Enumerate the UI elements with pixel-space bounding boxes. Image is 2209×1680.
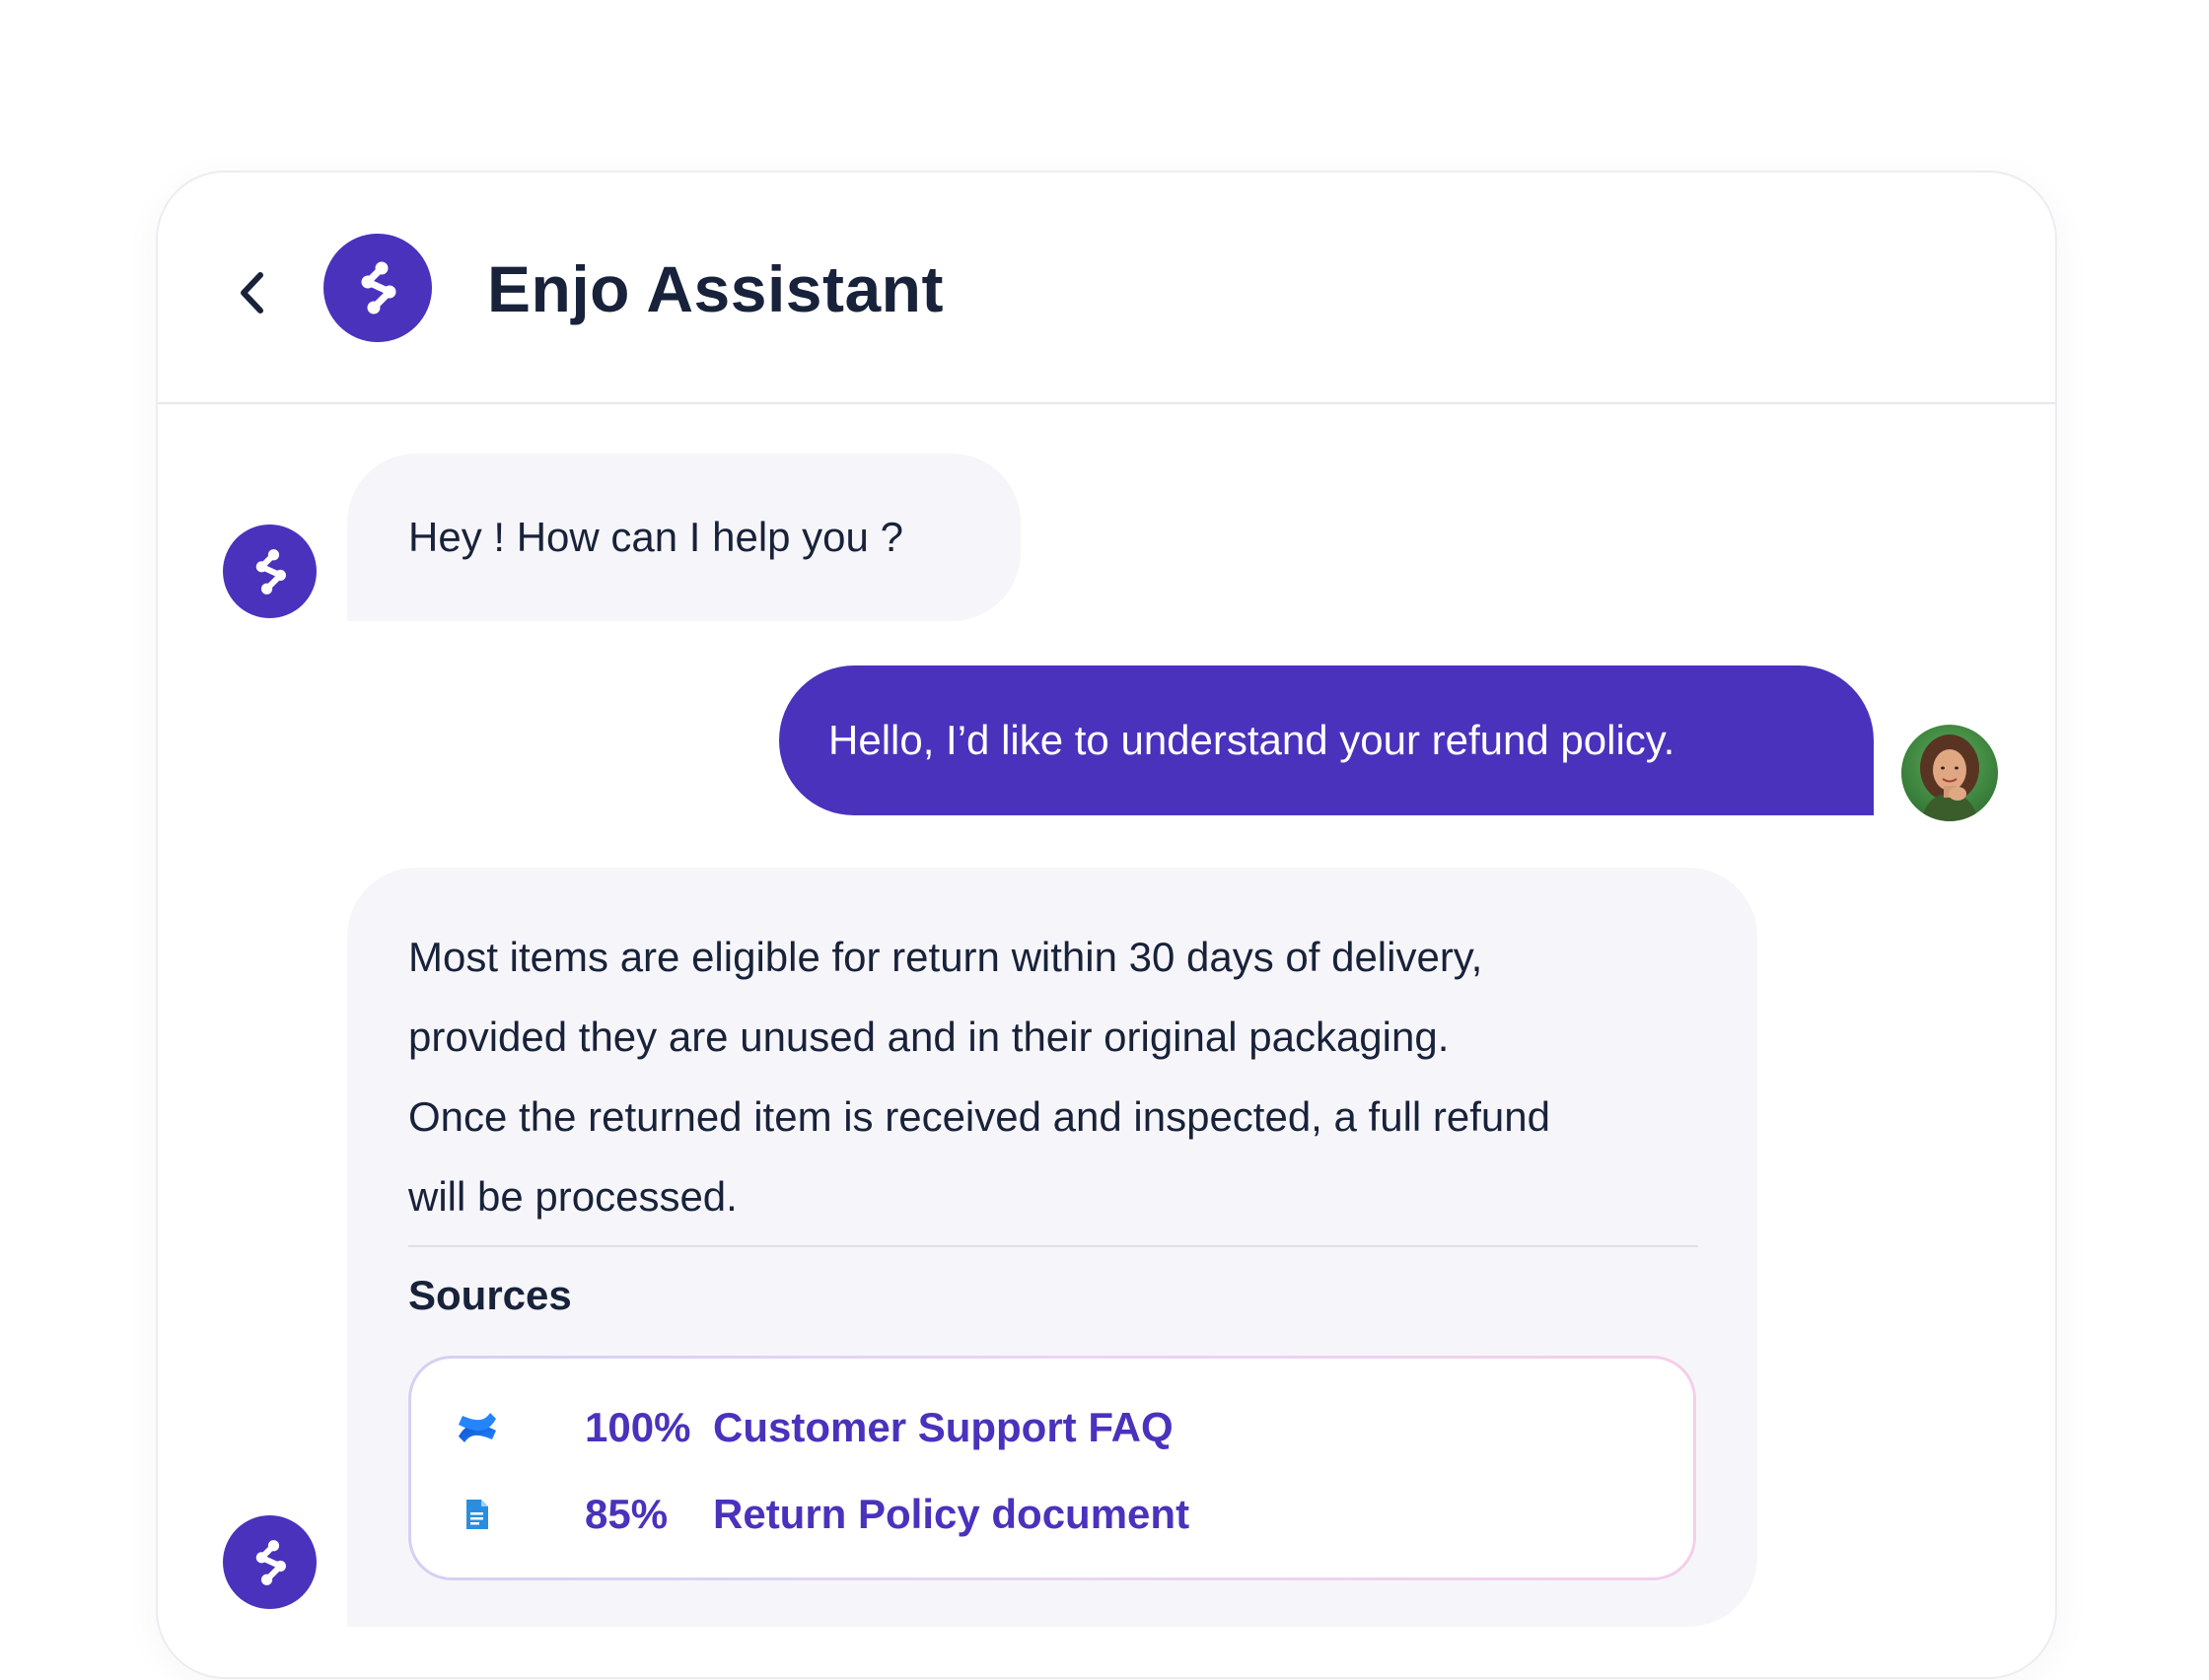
- message-text: Hey ! How can I help you ?: [408, 514, 903, 560]
- enjo-logo: [323, 234, 432, 342]
- sources-list: 100% Customer Support FAQ 85% Return Pol…: [408, 1356, 1696, 1580]
- message-text: Hello, I’d like to understand your refun…: [828, 717, 1675, 763]
- source-percent: 100%: [585, 1404, 691, 1450]
- source-item-customer-support-faq[interactable]: 100% Customer Support FAQ: [455, 1398, 1638, 1457]
- document-icon: [455, 1492, 500, 1537]
- bot-message-answer: Most items are eligible for return withi…: [347, 868, 1757, 1627]
- confluence-icon: [455, 1405, 500, 1450]
- answer-text: Most items are eligible for return withi…: [408, 917, 1710, 1236]
- answer-line: will be processed.: [408, 1173, 738, 1220]
- back-button[interactable]: [227, 263, 276, 322]
- chat-header: Enjo Assistant: [158, 173, 2055, 404]
- user-avatar: [1901, 725, 1998, 821]
- user-photo: [1901, 725, 1998, 821]
- enjo-logo-icon: [255, 1539, 286, 1585]
- answer-line: provided they are unused and in their or…: [408, 1014, 1450, 1060]
- user-message: Hello, I’d like to understand your refun…: [779, 665, 1874, 815]
- bot-avatar: [223, 1515, 317, 1609]
- answer-line: Once the returned item is received and i…: [408, 1093, 1550, 1140]
- answer-line: Most items are eligible for return withi…: [408, 934, 1483, 980]
- chat-title: Enjo Assistant: [487, 252, 944, 325]
- source-name: Return Policy document: [713, 1491, 1190, 1537]
- source-name: Customer Support FAQ: [713, 1404, 1174, 1450]
- chevron-left-icon: [241, 272, 263, 314]
- bot-avatar: [223, 525, 317, 618]
- enjo-logo-icon: [255, 548, 286, 595]
- chat-window: Enjo Assistant Hey ! How can I help you …: [156, 171, 2057, 1679]
- divider: [408, 1245, 1698, 1247]
- source-item-return-policy-document[interactable]: 85% Return Policy document: [455, 1485, 1638, 1544]
- bot-message-greeting: Hey ! How can I help you ?: [347, 454, 1021, 621]
- sources-list-inner: 100% Customer Support FAQ 85% Return Pol…: [411, 1359, 1693, 1577]
- enjo-logo-icon: [361, 261, 396, 315]
- source-percent: 85%: [585, 1491, 669, 1537]
- sources-heading: Sources: [408, 1272, 572, 1318]
